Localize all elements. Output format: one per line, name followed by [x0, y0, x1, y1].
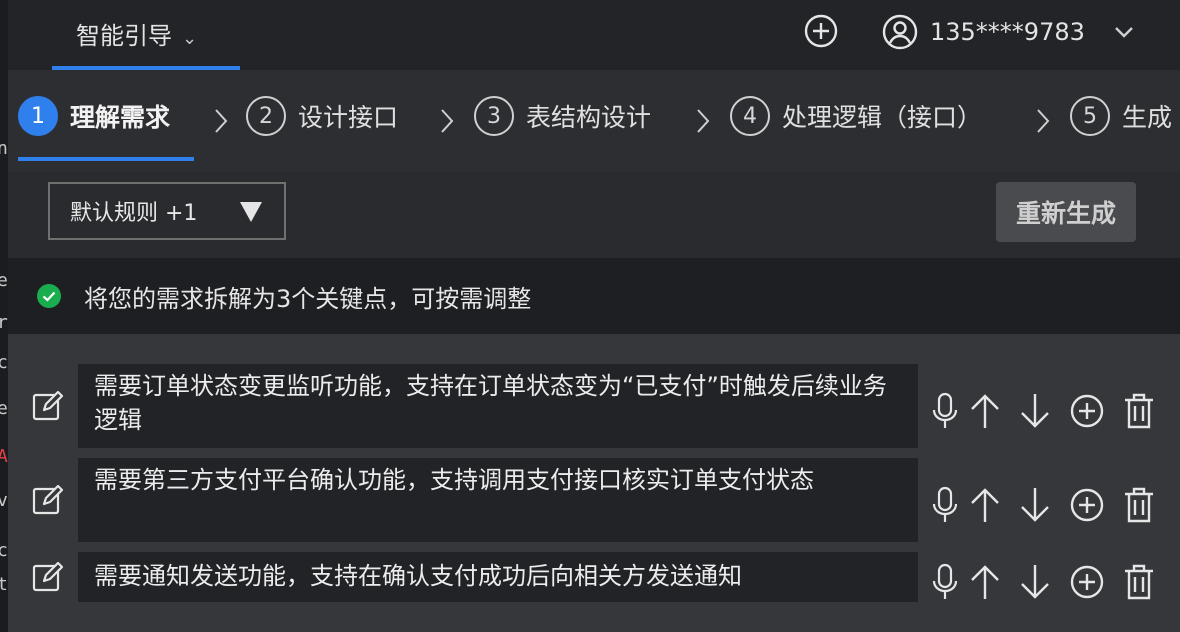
chevron-down-icon: ⌄: [182, 28, 198, 49]
arrow-up-icon[interactable]: [968, 486, 1002, 524]
info-notice: 将您的需求拆解为3个关键点，可按需调整: [8, 258, 1180, 334]
step-number: 3: [474, 96, 514, 136]
plus-circle-icon[interactable]: [1070, 392, 1104, 430]
requirement-text[interactable]: 需要第三方支付平台确认功能，支持调用支付接口核实订单支付状态: [78, 458, 918, 542]
list-item: 需要通知发送功能，支持在确认支付成功后向相关方发送通知: [8, 552, 1180, 602]
plus-circle-icon[interactable]: [1070, 563, 1104, 601]
step-label: 理解需求: [70, 103, 171, 132]
arrow-up-icon[interactable]: [968, 392, 1002, 430]
step-1-understand[interactable]: 1 理解需求: [18, 96, 170, 136]
regenerate-button[interactable]: 重新生成: [996, 182, 1136, 242]
step-label: 表结构设计: [526, 103, 652, 132]
chevron-right-icon: [441, 109, 454, 133]
step-label: 生成: [1122, 103, 1173, 132]
chevron-right-icon: [215, 109, 228, 133]
chevron-right-icon: [697, 109, 710, 133]
arrow-up-icon[interactable]: [968, 563, 1002, 601]
step-4-logic[interactable]: 4 处理逻辑（接口）: [730, 96, 982, 136]
requirement-text[interactable]: 需要通知发送功能，支持在确认支付成功后向相关方发送通知: [78, 552, 918, 602]
edit-icon[interactable]: [30, 482, 66, 518]
step-number: 1: [18, 96, 58, 136]
microphone-icon[interactable]: [928, 392, 962, 430]
step-2-design-api[interactable]: 2 设计接口: [246, 96, 398, 136]
guide-menu-label: 智能引导: [76, 22, 172, 50]
edit-icon[interactable]: [30, 559, 66, 595]
step-number: 2: [246, 96, 286, 136]
user-menu[interactable]: 135****9783: [882, 12, 1137, 52]
requirement-text[interactable]: 需要订单状态变更监听功能，支持在订单状态变为“已支付”时触发后续业务逻辑: [78, 364, 918, 448]
edit-icon[interactable]: [30, 388, 66, 424]
rules-toolbar: 默认规则 +1 重新生成: [8, 172, 1180, 258]
step-label: 处理逻辑（接口）: [782, 103, 983, 132]
step-navigation: 1 理解需求 2 设计接口 3 表结构设计 4 处理逻辑（接口） 5 生成: [8, 70, 1180, 172]
step-5-generate[interactable]: 5 生成: [1070, 96, 1172, 136]
trash-icon[interactable]: [1122, 563, 1156, 601]
guide-menu[interactable]: 智能引导 ⌄: [76, 16, 197, 51]
microphone-icon[interactable]: [928, 563, 962, 601]
trash-icon[interactable]: [1122, 486, 1156, 524]
user-name: 135****9783: [930, 18, 1085, 46]
check-circle-icon: [37, 284, 61, 308]
chevron-down-icon[interactable]: [1111, 19, 1137, 45]
arrow-down-icon[interactable]: [1018, 392, 1052, 430]
rules-select-label: 默认规则 +1: [70, 201, 198, 226]
step-number: 4: [730, 96, 770, 136]
list-item: 需要订单状态变更监听功能，支持在订单状态变为“已支付”时触发后续业务逻辑: [8, 364, 1180, 448]
list-item: 需要第三方支付平台确认功能，支持调用支付接口核实订单支付状态: [8, 458, 1180, 542]
plus-circle-icon[interactable]: [804, 14, 838, 48]
arrow-down-icon[interactable]: [1018, 486, 1052, 524]
step-label: 设计接口: [298, 103, 399, 132]
rules-select[interactable]: 默认规则 +1: [48, 182, 286, 240]
plus-circle-icon[interactable]: [1070, 486, 1104, 524]
step-3-table-design[interactable]: 3 表结构设计: [474, 96, 651, 136]
microphone-icon[interactable]: [928, 486, 962, 524]
arrow-down-icon[interactable]: [1018, 563, 1052, 601]
trash-icon[interactable]: [1122, 392, 1156, 430]
user-avatar-icon: [882, 14, 918, 50]
left-editor-edge: n e r c e A v c t: [0, 0, 8, 632]
top-bar: 智能引导 ⌄ 135****9783: [8, 0, 1180, 70]
triangle-down-icon: [240, 202, 262, 222]
active-step-underline: [18, 157, 194, 161]
chevron-right-icon: [1037, 109, 1050, 133]
step-number: 5: [1070, 96, 1110, 136]
requirements-list: 需要订单状态变更监听功能，支持在订单状态变为“已支付”时触发后续业务逻辑 需要第…: [8, 334, 1180, 632]
notice-text: 将您的需求拆解为3个关键点，可按需调整: [84, 284, 532, 313]
